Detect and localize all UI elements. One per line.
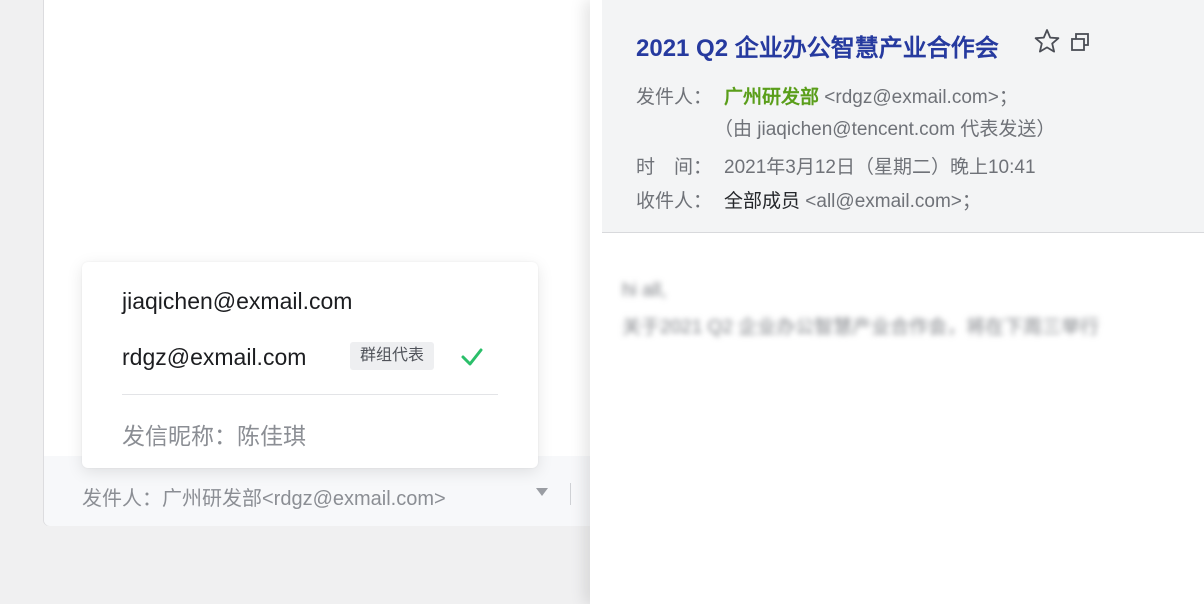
- sender-dropdown: jiaqichen@exmail.com rdgz@exmail.com 群组代…: [82, 262, 538, 468]
- check-icon: [461, 348, 483, 366]
- to-address: <all@exmail.com>；: [805, 191, 981, 212]
- from-name[interactable]: 广州研发部: [724, 87, 819, 108]
- to-field: 全部成员 <all@exmail.com>；: [724, 186, 981, 213]
- on-behalf-note: （由 jiaqichen@tencent.com 代表发送）: [714, 119, 1056, 140]
- account-option-jiaqichen[interactable]: jiaqichen@exmail.com: [122, 288, 352, 315]
- time-value: 2021年3月12日（星期二）晚上10:41: [724, 157, 1036, 178]
- divider: [570, 483, 571, 505]
- nickname-label: 发信昵称：: [122, 423, 237, 449]
- star-icon[interactable]: [1034, 28, 1060, 54]
- nickname-field[interactable]: 发信昵称：陈佳琪: [122, 417, 306, 451]
- mail-body-line: hi all,: [622, 280, 667, 301]
- from-label: 发件人：: [636, 87, 713, 108]
- window-icon[interactable]: [1070, 32, 1090, 52]
- mail-subject: 2021 Q2 企业办公智慧产业合作会: [636, 35, 999, 62]
- sender-label: 发件人：: [82, 488, 162, 510]
- from-address: <rdgz@exmail.com>；: [824, 87, 1018, 108]
- to-label: 收件人：: [636, 191, 713, 212]
- nickname-value: 陈佳琪: [237, 423, 306, 449]
- from-field: 广州研发部 <rdgz@exmail.com>；: [724, 82, 1018, 109]
- caret-down-icon[interactable]: [536, 488, 548, 496]
- time-label: 时 间：: [636, 157, 713, 178]
- divider: [122, 394, 498, 395]
- sender-selector[interactable]: 发件人：广州研发部<rdgz@exmail.com>: [82, 482, 446, 511]
- mail-view: 2021 Q2 企业办公智慧产业合作会 发件人： 广州研发部 <rdgz@exm…: [590, 0, 1204, 604]
- to-name[interactable]: 全部成员: [724, 191, 800, 212]
- mail-header: 2021 Q2 企业办公智慧产业合作会 发件人： 广州研发部 <rdgz@exm…: [602, 0, 1204, 233]
- sender-value: 广州研发部<rdgz@exmail.com>: [162, 488, 446, 510]
- account-option-rdgz[interactable]: rdgz@exmail.com: [122, 344, 306, 371]
- mail-body-line: 关于2021 Q2 企业办公智慧产业合作会，将在下周三举行: [622, 317, 1100, 338]
- group-badge: 群组代表: [350, 342, 435, 370]
